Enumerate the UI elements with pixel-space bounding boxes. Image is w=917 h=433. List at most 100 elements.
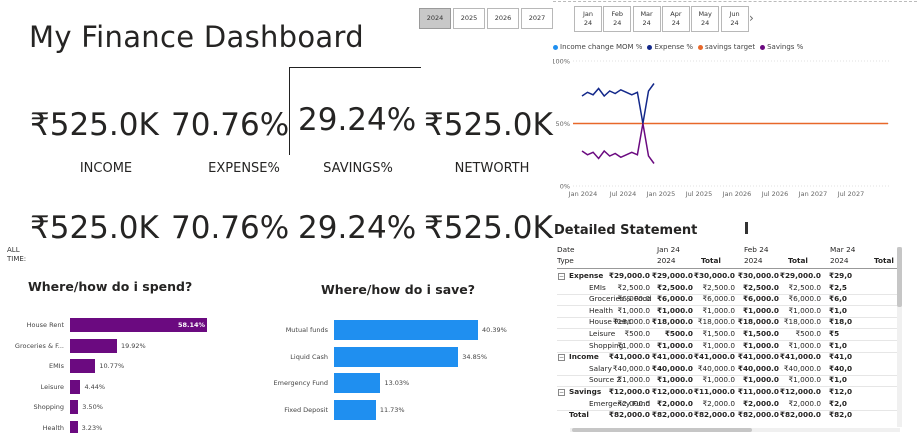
month-apr-button[interactable]: Apr 24 <box>661 6 690 32</box>
kpi-alltime-income: ₹525.0K <box>30 210 159 246</box>
bar-value-label: 13.03% <box>384 379 410 387</box>
header-cell: 2024 <box>657 256 676 265</box>
bar-value-label: 11.73% <box>379 405 405 414</box>
value-cell: ₹2,5 <box>829 282 848 292</box>
legend-dot-icon <box>647 44 653 50</box>
text-cursor-marker <box>745 222 748 234</box>
x-tick-label: Jan 2026 <box>722 190 752 198</box>
matrix-horizontal-scroll-thumb[interactable] <box>572 428 752 432</box>
legend-item[interactable]: Savings % <box>760 43 803 51</box>
collapse-icon[interactable]: − <box>558 272 565 280</box>
matrix-subrow: Salary ₹40,000.0 ₹40,000.0 ₹40,000.0 ₹40,000… <box>557 364 897 376</box>
value-cell: ₹1,000.0 <box>788 375 822 385</box>
bar-value-label: 3.50% <box>82 403 103 411</box>
bar-value-label: 4.44% <box>84 382 106 391</box>
legend-item[interactable]: Income change MOM % <box>553 43 642 51</box>
bar-liquid-cash[interactable] <box>334 346 459 367</box>
x-tick-label: Jul 2025 <box>685 190 712 198</box>
bar-mutual-funds[interactable] <box>334 320 478 340</box>
bar-value-label: 34.85% <box>462 352 488 361</box>
collapse-icon[interactable]: − <box>558 353 565 361</box>
value-cell: ₹82,0 <box>829 410 853 420</box>
month-name: Apr <box>670 10 682 18</box>
kpi-expense-pct: 70.76% <box>171 107 290 143</box>
matrix-subrow: Shopping ₹1,000.0 ₹1,000.0 ₹1,000.0 ₹1,000.0… <box>557 341 897 353</box>
line-chart-legend: Income change MOM % Expense % savings targ… <box>553 43 803 51</box>
bar-emis[interactable] <box>70 359 96 373</box>
matrix-category-row: − Expense ₹29,000.0 ₹29,000.0 ₹30,000.0 ₹30,0… <box>557 271 897 283</box>
bar-emergency-fund[interactable] <box>334 373 381 393</box>
value-cell: ₹40,0 <box>829 363 853 373</box>
header-cell: Mar 24 <box>830 245 856 254</box>
label-savings: SAVINGS% <box>323 161 393 176</box>
value-cell: ₹500.0 <box>795 329 821 338</box>
statement-title: Detailed Statement <box>554 223 698 238</box>
header-cell: 2024 <box>830 256 849 265</box>
value-cell: ₹18,0 <box>829 317 853 327</box>
matrix-subrow: Source 2 ₹1,000.0 ₹1,000.0 ₹1,000.0 ₹1,000.0… <box>557 375 897 387</box>
month-may-button[interactable]: May 24 <box>691 6 720 32</box>
spend-chart-title: Where/how do i spend? <box>28 279 193 294</box>
kpi-alltime-expense-pct: 70.76% <box>171 210 290 246</box>
bar-category-label: Leisure <box>40 382 64 391</box>
bar-shopping[interactable] <box>70 400 79 414</box>
matrix-category-row: − Income ₹41,000.0 ₹41,000.0 ₹41,000.0 ₹41,00… <box>557 352 897 364</box>
value-cell: ₹2,000.0 <box>788 398 822 408</box>
value-cell: ₹2,500.0 <box>788 282 822 292</box>
legend-dot-icon <box>553 44 558 50</box>
value-cell: ₹2,0 <box>829 398 848 408</box>
year-2024-button[interactable]: 2024 <box>419 8 451 29</box>
top-separator <box>553 1 917 2</box>
month-jun-button[interactable]: Jun 24 <box>720 6 749 32</box>
legend-label: savings target <box>705 43 756 51</box>
x-tick-label: Jul 2027 <box>837 190 864 198</box>
bar-fixed-deposit[interactable] <box>334 399 376 420</box>
matrix-total-row: Total ₹82,000.0 ₹82,000.0 ₹82,000.0 ₹82,000.… <box>557 410 897 422</box>
month-year: 24 <box>583 19 593 27</box>
matrix-subrow: Emergency Fund ₹2,000.0 ₹2,000.0 ₹2,000.0 ₹2… <box>557 399 897 411</box>
value-cell: ₹1,0 <box>829 340 848 350</box>
year-2026-button[interactable]: 2026 <box>487 8 519 29</box>
legend-label: Income change MOM % <box>560 43 643 51</box>
month-feb-button[interactable]: Feb 24 <box>603 6 632 32</box>
chevron-right-icon[interactable]: › <box>749 11 754 25</box>
bar-category-label: EMIs <box>48 362 64 370</box>
month-year: 24 <box>701 19 710 27</box>
month-name: Jan <box>582 10 594 18</box>
legend-item[interactable]: savings target <box>698 43 755 51</box>
legend-label: Savings % <box>767 43 804 51</box>
series-line-savings-pct[interactable] <box>581 123 655 164</box>
value-cell: ₹6,0 <box>829 294 848 304</box>
bar-category-label: Shopping <box>33 403 64 411</box>
bar-value-label: 40.39% <box>482 326 507 334</box>
month-mar-button[interactable]: Mar 24 <box>632 6 661 32</box>
kpi-networth: ₹525.0K <box>424 107 553 143</box>
matrix-vertical-scroll-thumb[interactable] <box>897 247 902 307</box>
page-title: My Finance Dashboard <box>29 20 364 54</box>
save-chart-title: Where/how do i save? <box>321 282 476 297</box>
series-line-expense-pct[interactable] <box>581 83 655 124</box>
legend-item[interactable]: Expense % <box>647 43 693 51</box>
header-divider <box>557 268 897 269</box>
label-networth: NETWORTH <box>454 161 530 176</box>
y-tick-label: 100% <box>553 58 570 66</box>
value-cell: ₹18,000.0 <box>783 317 821 327</box>
year-2027-button[interactable]: 2027 <box>521 8 553 29</box>
value-cell: ₹29,000.0 <box>779 271 821 280</box>
month-jan-button[interactable]: Jan 24 <box>574 6 602 32</box>
value-cell: ₹41,0 <box>829 352 853 362</box>
year-2025-button[interactable]: 2025 <box>453 8 485 29</box>
kpi-savings-pct: 29.24% <box>298 102 417 138</box>
collapse-icon[interactable]: − <box>558 388 565 396</box>
x-tick-label: Jan 2024 <box>568 190 598 198</box>
all-time-label: ALL TIME: <box>7 246 27 263</box>
matrix-subrow: Leisure ₹500.0 ₹500.0 ₹1,500.0 ₹1,500.0 ₹500.… <box>557 329 897 341</box>
kpi-alltime-savings-pct: 29.24% <box>298 210 417 246</box>
month-year: 24 <box>642 19 651 27</box>
bar-value-label: 58.14% <box>178 321 206 329</box>
matrix-header-date: Date Jan 24 Feb 24 Mar 24 <box>557 245 897 257</box>
bar-health[interactable] <box>70 420 78 433</box>
bar-groceries-f-[interactable] <box>70 338 117 353</box>
bar-leisure[interactable] <box>70 379 81 394</box>
value-cell: ₹12,0 <box>829 387 853 396</box>
